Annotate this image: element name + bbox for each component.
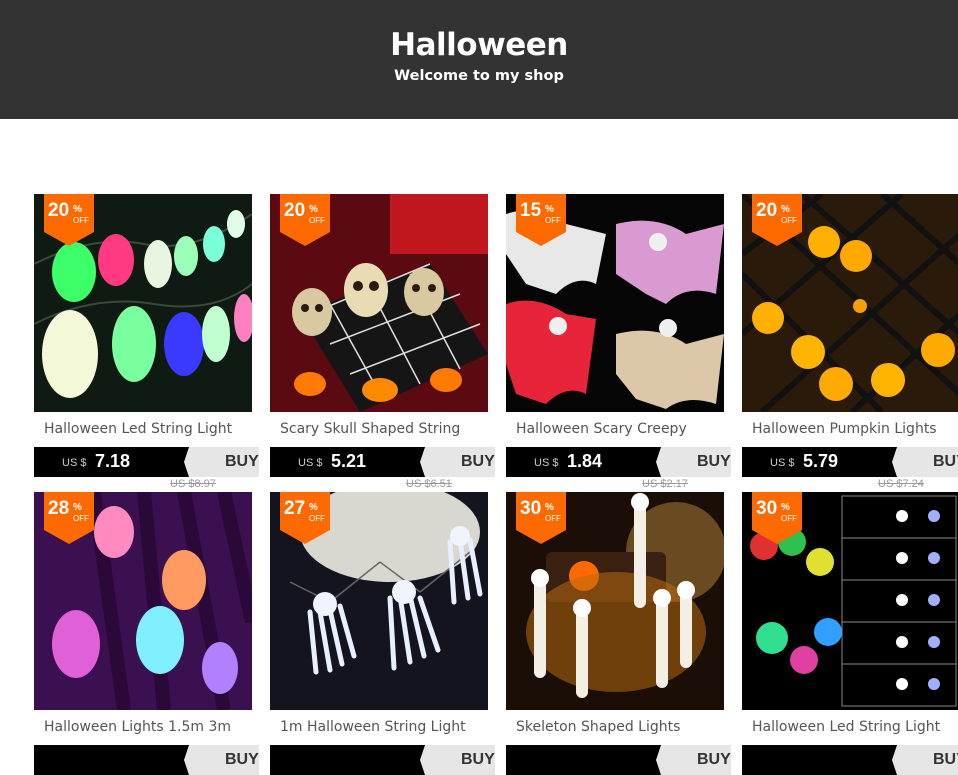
price-bar[interactable]: US $ 5.21 BUY <box>270 447 495 477</box>
discount-badge: 20 % OFF <box>44 194 94 246</box>
shop-subtitle: Welcome to my shop <box>394 68 564 84</box>
discount-badge: 30 % OFF <box>752 492 802 544</box>
price: 5.21 <box>331 451 367 471</box>
discount-badge: 15 % OFF <box>516 194 566 246</box>
buy-button[interactable]: BUY <box>461 751 495 769</box>
buy-button[interactable]: BUY <box>225 453 259 471</box>
product-name[interactable]: Scary Skull Shaped String <box>280 421 490 437</box>
currency-label: US $ <box>770 457 795 469</box>
discount-badge: 20 % OFF <box>280 194 330 246</box>
buy-button[interactable]: BUY <box>933 751 958 769</box>
shop-header: Halloween Welcome to my shop <box>0 0 958 119</box>
discount-badge: 20 % OFF <box>752 194 802 246</box>
product-name[interactable]: Skeleton Shaped Lights <box>516 719 726 735</box>
currency-label: US $ <box>534 457 559 469</box>
price: 5.79 <box>803 451 839 471</box>
discount-badge: 28 % OFF <box>44 492 94 544</box>
old-price: US $6.51 <box>406 478 452 490</box>
discount-badge: 27 % OFF <box>280 492 330 544</box>
price-bar[interactable]: US $ 5.79 BUY <box>742 447 958 477</box>
buy-button[interactable]: BUY <box>697 453 731 471</box>
discount-badge: 30 % OFF <box>516 492 566 544</box>
product-name[interactable]: Halloween Pumpkin Lights <box>752 421 958 437</box>
price-bar[interactable]: BUY <box>506 745 731 775</box>
currency-label: US $ <box>62 457 87 469</box>
shop-title: Halloween <box>390 27 568 63</box>
price-bar[interactable]: BUY <box>270 745 495 775</box>
product-name[interactable]: Halloween Led String Light <box>44 421 254 437</box>
currency-label: US $ <box>298 457 323 469</box>
price-bar[interactable]: BUY <box>742 745 958 775</box>
buy-button[interactable]: BUY <box>225 751 259 769</box>
old-price: US $2.17 <box>642 478 688 490</box>
product-name[interactable]: Halloween Scary Creepy <box>516 421 726 437</box>
old-price: US $8.97 <box>170 478 216 490</box>
price: 7.18 <box>95 451 131 471</box>
buy-button[interactable]: BUY <box>697 751 731 769</box>
old-price: US $7.24 <box>878 478 924 490</box>
buy-button[interactable]: BUY <box>461 453 495 471</box>
product-name[interactable]: Halloween Led String Light <box>752 719 958 735</box>
price-bar[interactable]: US $ 7.18 BUY <box>34 447 259 477</box>
product-name[interactable]: 1m Halloween String Light <box>280 719 490 735</box>
product-name[interactable]: Halloween Lights 1.5m 3m <box>44 719 254 735</box>
price-bar[interactable]: US $ 1.84 BUY <box>506 447 731 477</box>
buy-button[interactable]: BUY <box>933 453 958 471</box>
price-bar[interactable]: BUY <box>34 745 259 775</box>
price: 1.84 <box>567 451 603 471</box>
